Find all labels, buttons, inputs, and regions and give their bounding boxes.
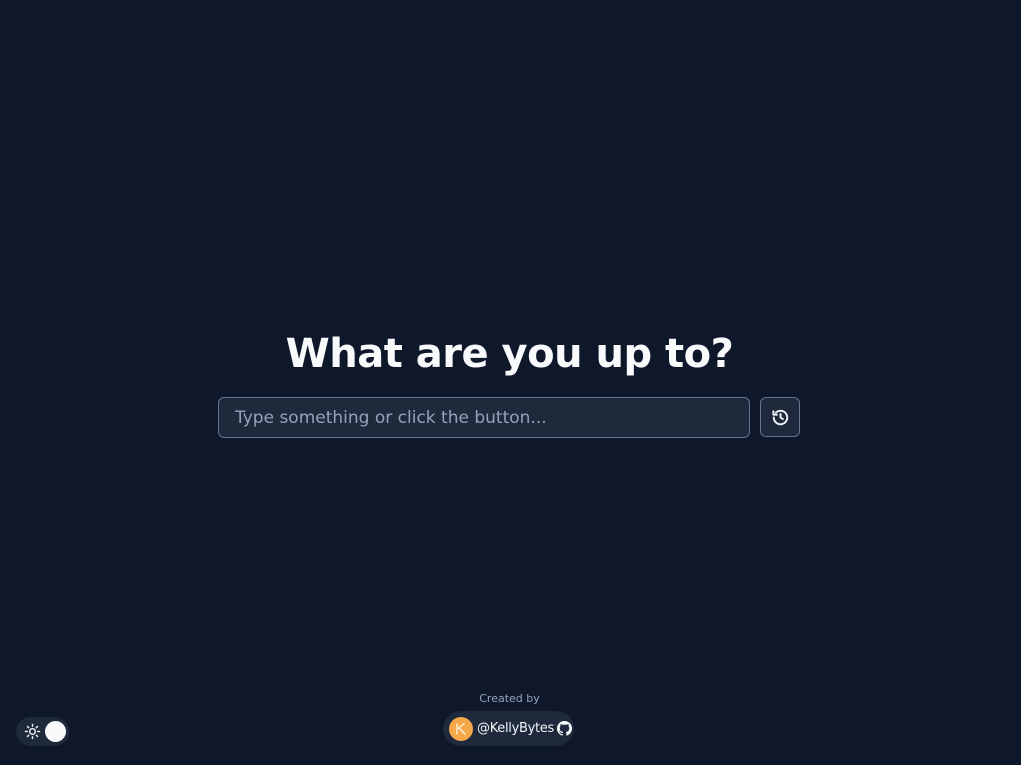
creator-profile-link[interactable]: @KellyBytes (443, 711, 574, 746)
created-by-label: Created by (479, 692, 540, 705)
history-icon (771, 409, 788, 425)
page-title: What are you up to? (285, 331, 734, 377)
page: What are you up to? Created by @KellyByt… (0, 0, 1021, 765)
github-icon (556, 721, 572, 736)
footer: Created by @KellyBytes (0, 690, 1019, 746)
history-button[interactable] (760, 397, 800, 437)
search-row (218, 397, 800, 438)
search-input[interactable] (218, 397, 750, 438)
sun-icon (24, 723, 41, 740)
toggle-knob[interactable] (45, 721, 66, 742)
creator-handle: @KellyBytes (477, 721, 554, 736)
theme-toggle[interactable] (16, 717, 69, 746)
avatar (449, 716, 473, 741)
